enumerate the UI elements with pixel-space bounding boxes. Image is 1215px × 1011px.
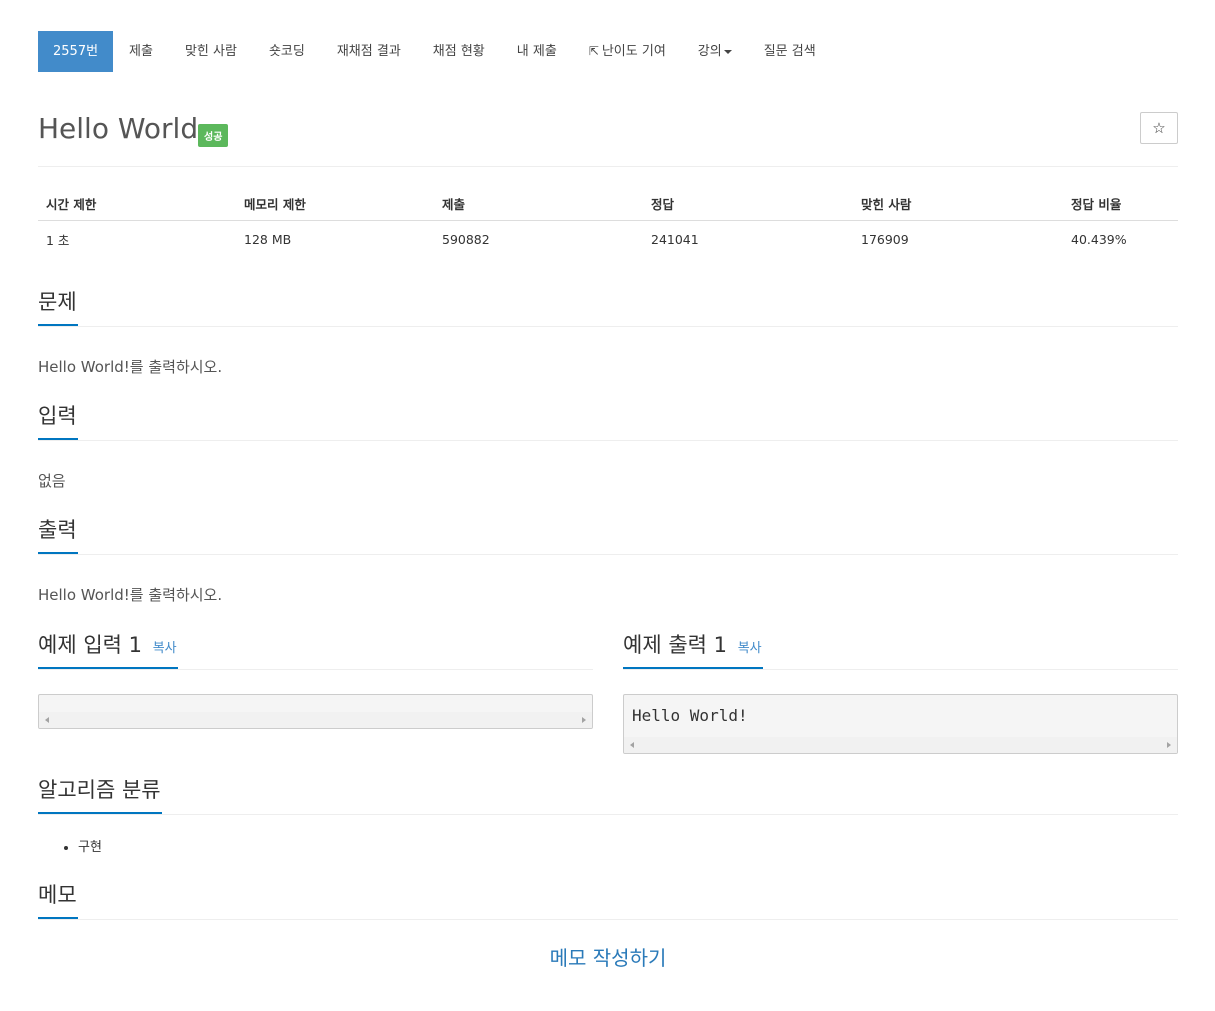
tab-my-submissions[interactable]: 내 제출 <box>501 31 573 72</box>
header-accepted: 정답 <box>643 186 853 221</box>
accepted-value: 241041 <box>651 231 699 247</box>
external-link-icon: ⇱ <box>588 44 599 58</box>
sample-output-title: 예제 출력 1 <box>623 633 727 657</box>
problem-info-table: 시간 제한 메모리 제한 제출 정답 맞힌 사람 정답 비율 1 초 128 M… <box>38 186 1178 257</box>
info-header-row: 시간 제한 메모리 제한 제출 정답 맞힌 사람 정답 비율 <box>38 186 1178 221</box>
input-text: 없음 <box>38 472 66 490</box>
sample-output-header: 예제 출력 1 복사 <box>623 630 1178 670</box>
tab-difficulty-label: 난이도 기여 <box>601 44 666 59</box>
tab-status[interactable]: 채점 현황 <box>417 31 501 72</box>
sample-output-scrollbar[interactable] <box>624 737 1177 753</box>
tag-item[interactable]: 구현 <box>78 838 102 858</box>
description-title: 문제 <box>38 287 78 326</box>
tab-solved-users[interactable]: 맞힌 사람 <box>169 31 253 72</box>
tag-list: 구현 <box>38 838 102 858</box>
memo-section-header: 메모 <box>38 880 1178 920</box>
sample-input-copy-link[interactable]: 복사 <box>153 641 177 656</box>
tab-lectures[interactable]: 강의 <box>682 31 748 72</box>
scroll-left-icon[interactable] <box>630 742 634 748</box>
sample-output-copy-link[interactable]: 복사 <box>738 641 762 656</box>
sample-output-title-wrap: 예제 출력 1 복사 <box>623 630 763 669</box>
sample-input-scrollbar[interactable] <box>39 712 592 728</box>
accept-ratio-value: 40.439% <box>1071 231 1127 247</box>
problem-menu: 2557번 제출 맞힌 사람 숏코딩 재채점 결과 채점 현황 내 제출 ⇱ 난이… <box>38 31 832 72</box>
submissions-value: 590882 <box>442 231 490 247</box>
memory-limit-value: 128 MB <box>244 231 292 247</box>
problem-title: Hello World <box>38 112 199 145</box>
output-section-header: 출력 <box>38 515 1178 555</box>
star-icon: ☆ <box>1152 119 1166 137</box>
input-section-header: 입력 <box>38 401 1178 441</box>
scroll-left-icon[interactable] <box>45 717 49 723</box>
solved-users-value: 176909 <box>861 231 909 247</box>
tab-lectures-label: 강의 <box>697 44 722 59</box>
output-text: Hello World!를 출력하시오. <box>38 586 223 604</box>
header-time-limit: 시간 제한 <box>38 186 236 221</box>
tab-difficulty-contribution[interactable]: ⇱ 난이도 기여 <box>573 31 682 72</box>
input-title: 입력 <box>38 401 78 440</box>
header-memory-limit: 메모리 제한 <box>236 186 434 221</box>
output-title: 출력 <box>38 515 78 554</box>
tags-section-header: 알고리즘 분류 <box>38 775 1178 815</box>
write-memo-link[interactable]: 메모 작성하기 <box>38 942 1178 971</box>
memo-title: 메모 <box>38 880 78 919</box>
time-limit-value: 1 초 <box>46 232 70 248</box>
tab-short-coding[interactable]: 숏코딩 <box>253 31 321 72</box>
favorite-button[interactable]: ☆ <box>1140 112 1178 144</box>
sample-input-box <box>38 694 593 729</box>
tab-rejudge-result[interactable]: 재채점 결과 <box>321 31 417 72</box>
sample-output-content: Hello World! <box>632 706 748 725</box>
header-submissions: 제출 <box>434 186 643 221</box>
tab-problem[interactable]: 2557번 <box>38 31 114 72</box>
description-text: Hello World!를 출력하시오. <box>38 358 223 376</box>
sample-output-box: Hello World! <box>623 694 1178 754</box>
description-section-header: 문제 <box>38 287 1178 327</box>
info-value-row: 1 초 128 MB 590882 241041 176909 40.439% <box>38 221 1178 258</box>
sample-input-title-wrap: 예제 입력 1 복사 <box>38 630 178 669</box>
sample-input-title: 예제 입력 1 <box>38 633 142 657</box>
caret-down-icon <box>723 49 732 54</box>
problem-header: Hello World 성공 ☆ <box>38 108 1178 167</box>
tags-title: 알고리즘 분류 <box>38 775 162 814</box>
scroll-right-icon[interactable] <box>582 717 586 723</box>
scroll-right-icon[interactable] <box>1167 742 1171 748</box>
tab-question-search[interactable]: 질문 검색 <box>748 31 832 72</box>
header-solved-users: 맞힌 사람 <box>853 186 1063 221</box>
header-accept-ratio: 정답 비율 <box>1063 186 1178 221</box>
tab-submit[interactable]: 제출 <box>113 31 169 72</box>
status-badge: 성공 <box>198 124 229 147</box>
sample-input-header: 예제 입력 1 복사 <box>38 630 593 670</box>
